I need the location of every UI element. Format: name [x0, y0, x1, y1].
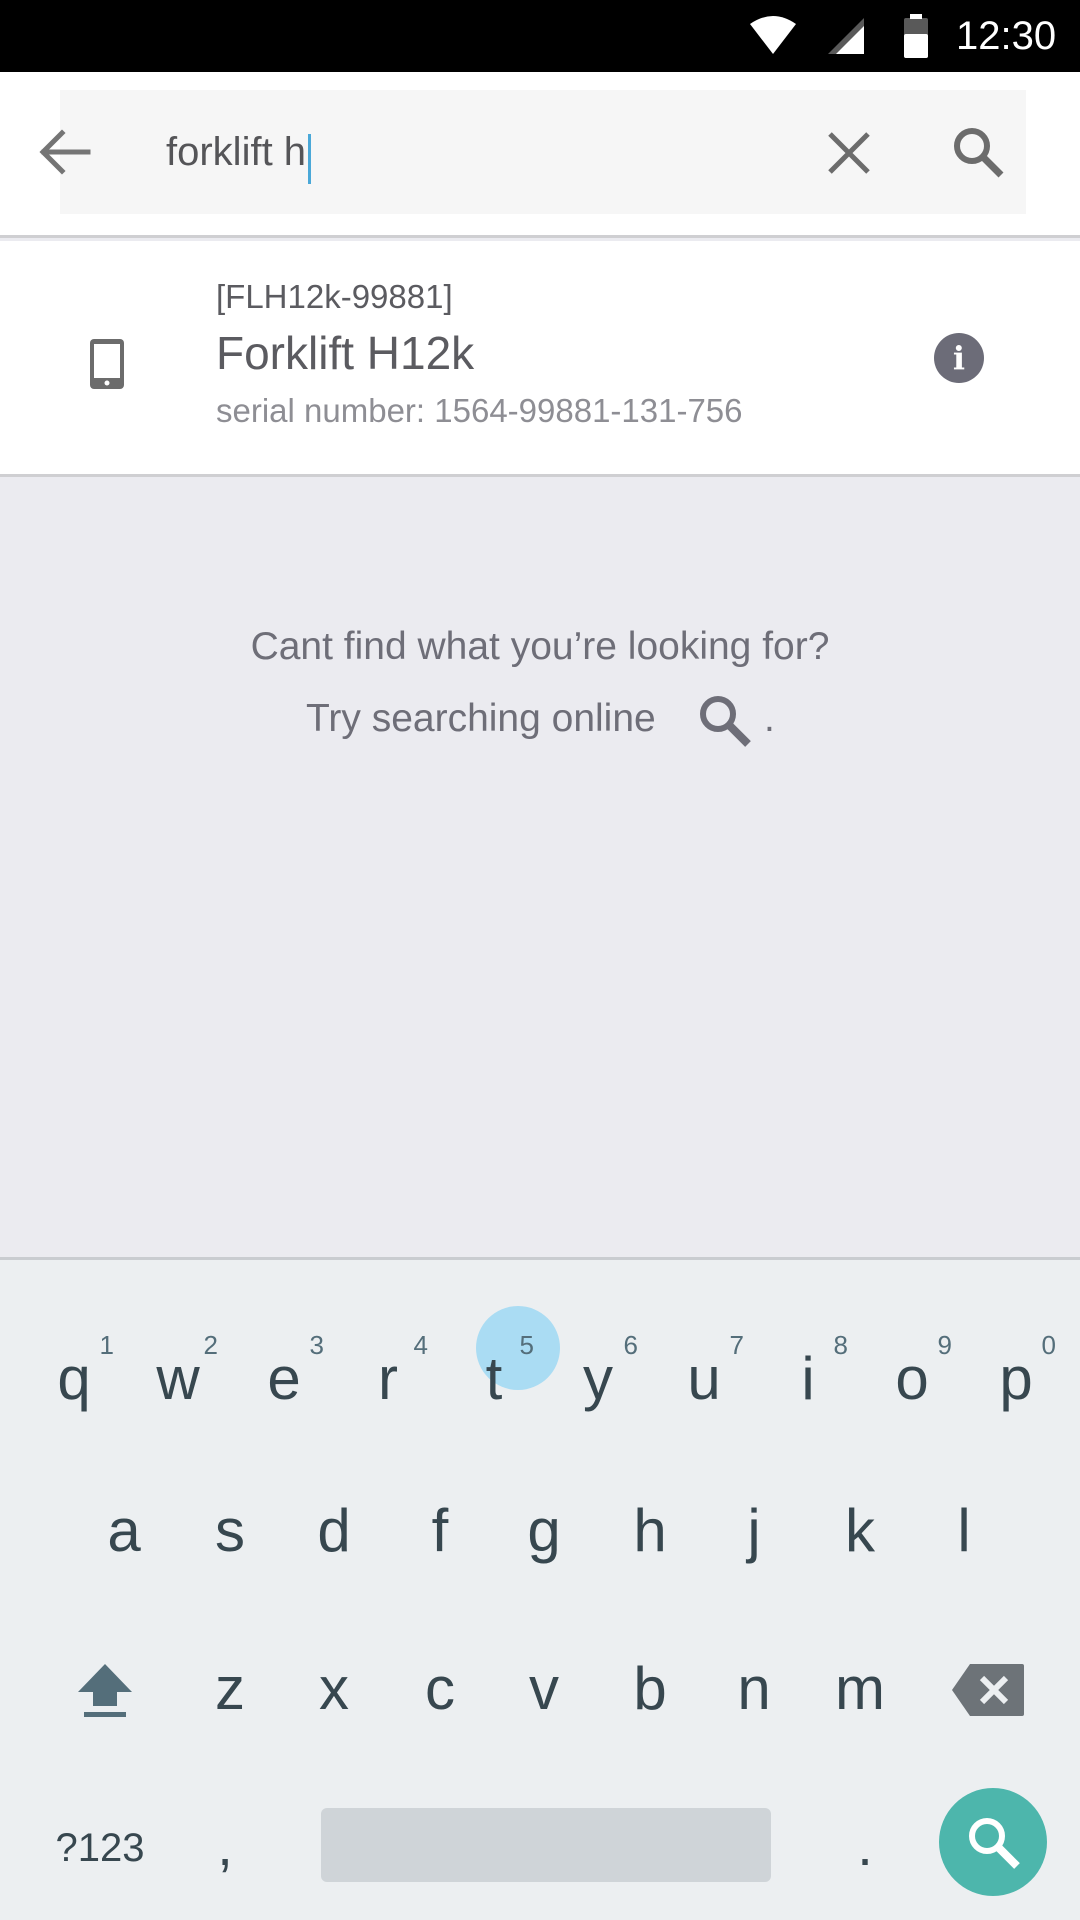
search-online-text: Try searching online [306, 697, 656, 740]
back-button[interactable] [30, 122, 100, 182]
comma-key[interactable]: , [200, 1806, 250, 1886]
result-code: [FLH12k-99881] [216, 278, 453, 315]
key-s[interactable]: s [180, 1476, 280, 1586]
search-icon [969, 1818, 1020, 1869]
info-icon: i [952, 339, 966, 377]
key-y[interactable]: y6 [548, 1324, 648, 1434]
key-u[interactable]: u7 [654, 1324, 754, 1434]
key-k[interactable]: k [810, 1476, 910, 1586]
key-h[interactable]: h [600, 1476, 700, 1586]
result-title: Forklift H12k [216, 327, 475, 379]
wifi-icon [750, 16, 796, 54]
key-r[interactable]: r4 [338, 1324, 438, 1434]
key-e[interactable]: e3 [234, 1324, 334, 1434]
key-z[interactable]: z [180, 1634, 280, 1744]
key-l[interactable]: l [914, 1476, 1014, 1586]
period-key[interactable]: . [840, 1806, 890, 1886]
key-q[interactable]: q1 [24, 1324, 124, 1434]
spacebar[interactable] [321, 1808, 771, 1882]
shift-key[interactable] [70, 1660, 140, 1720]
key-v[interactable]: v [494, 1634, 594, 1744]
keyboard-search-button[interactable] [939, 1788, 1047, 1896]
key-j[interactable]: j [704, 1476, 804, 1586]
key-f[interactable]: f [390, 1476, 490, 1586]
arrow-back-icon [39, 129, 91, 175]
key-m[interactable]: m [810, 1634, 910, 1744]
result-serial: serial number: 1564-99881-131-756 [216, 392, 743, 429]
search-result-item[interactable]: [FLH12k-99881] Forklift H12k serial numb… [0, 241, 1080, 477]
key-i[interactable]: i8 [758, 1324, 858, 1434]
key-a[interactable]: a [74, 1476, 174, 1586]
key-t[interactable]: t5 [444, 1324, 544, 1434]
backspace-key[interactable] [950, 1662, 1030, 1722]
close-icon [828, 132, 870, 174]
search-button[interactable] [946, 120, 1010, 184]
backspace-icon [952, 1664, 1024, 1716]
battery-icon [904, 14, 928, 58]
search-online-icon[interactable] [696, 692, 752, 748]
key-b[interactable]: b [600, 1634, 700, 1744]
key-g[interactable]: g [494, 1476, 594, 1586]
shift-icon [78, 1664, 132, 1717]
phone-device-icon [90, 339, 124, 389]
text-cursor [308, 134, 311, 184]
search-header: forklift h [0, 72, 1080, 238]
search-online-period: . [764, 697, 775, 740]
key-x[interactable]: x [284, 1634, 384, 1744]
key-o[interactable]: o9 [862, 1324, 962, 1434]
status-time: 12:30 [956, 14, 1057, 58]
clear-button[interactable] [818, 122, 880, 184]
search-input[interactable]: forklift h [166, 122, 306, 182]
symbols-key[interactable]: ?123 [40, 1818, 160, 1878]
empty-state-message: Cant find what you’re looking for? [250, 625, 830, 668]
key-w[interactable]: w2 [128, 1324, 228, 1434]
key-n[interactable]: n [704, 1634, 804, 1744]
search-icon [954, 128, 1004, 178]
key-d[interactable]: d [284, 1476, 384, 1586]
status-bar: 12:30 [0, 0, 1080, 72]
key-p[interactable]: p0 [966, 1324, 1066, 1434]
info-button[interactable]: i [934, 333, 984, 383]
key-c[interactable]: c [390, 1634, 490, 1744]
signal-icon [828, 18, 864, 54]
